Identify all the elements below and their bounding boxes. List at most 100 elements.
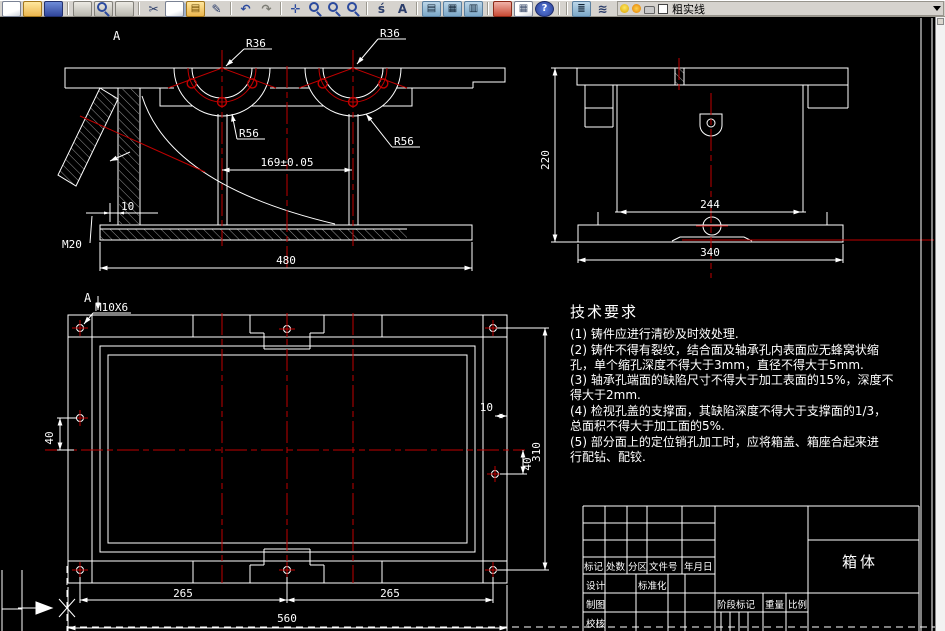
dim-244: 244 [700, 198, 720, 211]
layer-lock-icon[interactable] [644, 5, 655, 14]
tech-line: 行配钻、配铰. [570, 449, 646, 464]
tb-stage: 阶段标记 [717, 599, 756, 611]
table-icon[interactable] [514, 0, 533, 17]
toolbar-separator [138, 2, 140, 15]
top-view: A M10X6 40 10 40 310 265 265 560 [43, 291, 549, 631]
dim-r56-left: R56 [239, 127, 259, 140]
zoom-realtime-icon[interactable] [307, 2, 324, 16]
tool-palettes-icon[interactable] [464, 0, 483, 17]
dim-560: 560 [277, 612, 297, 625]
dim-center-distance: 169±0.05 [261, 156, 314, 169]
match-properties-icon[interactable] [207, 1, 226, 17]
tb-rev-docno: 文件号 [649, 561, 678, 573]
tech-line: (3) 轴承孔端面的缺陷尺寸不得大于加工表面的15%，深度不 [570, 372, 894, 387]
tech-line: 孔，单个缩孔深度不得大于3mm，直径不得大于5mm. [570, 357, 864, 372]
dim-480: 480 [276, 254, 296, 267]
publish-pdf-icon[interactable] [493, 0, 512, 17]
open-icon[interactable] [23, 0, 42, 17]
tech-line: 得大于2mm. [570, 387, 641, 402]
dim-10-right: 10 [480, 401, 493, 414]
zoom-window-icon[interactable] [326, 2, 343, 16]
dim-r36-right: R36 [380, 27, 400, 40]
paste-icon[interactable] [186, 0, 205, 17]
toolbar-separator [280, 2, 282, 15]
plot-preview-icon[interactable] [94, 0, 113, 17]
properties-icon[interactable] [422, 0, 441, 17]
tb-draft: 制图 [586, 599, 605, 611]
tb-scale: 比例 [788, 599, 807, 611]
toolbar-separator [487, 2, 489, 15]
toolbar-separator [558, 2, 560, 15]
drain-boss-hatch [57, 87, 119, 187]
tb-rev-date: 年月日 [684, 561, 713, 573]
tech-line: (2) 铸件不得有裂纹，结合面及轴承孔内表面应无蜂窝状缩 [570, 342, 879, 357]
dim-40-left: 40 [43, 431, 56, 444]
layer-on-icon[interactable] [620, 4, 629, 13]
tech-line: (1) 铸件应进行清砂及时效处理. [570, 326, 739, 341]
cad-window: 粗实线 [0, 0, 945, 631]
viewport-arrow-icon [35, 601, 54, 615]
side-view: 220 244 340 [539, 58, 934, 278]
layer-combo-value: 粗实线 [672, 2, 705, 16]
title-block: 标记 处数 分区 文件号 年月日 设计 标准化 制图 阶段标记 重量 比例 校核… [582, 505, 920, 631]
zoom-previous-icon[interactable] [345, 2, 362, 16]
tb-rev-mark: 标记 [584, 561, 604, 573]
chevron-down-icon[interactable] [933, 6, 941, 11]
tb-rev-count: 处数 [606, 561, 626, 573]
dim-arrow [104, 211, 110, 215]
dim-265-left: 265 [173, 587, 193, 600]
tb-check: 校核 [586, 618, 606, 630]
save-icon[interactable] [44, 0, 63, 17]
layer-color-swatch [658, 3, 668, 14]
toolbar-separator [566, 2, 568, 15]
layer-properties-icon[interactable] [572, 0, 591, 17]
toolbar-separator [366, 2, 368, 15]
cut-icon[interactable] [144, 1, 163, 17]
top-section-label: A [84, 291, 92, 305]
dim-265-right: 265 [380, 587, 400, 600]
dim-10-front: 10 [121, 200, 134, 213]
dim-340: 340 [700, 246, 720, 259]
toolbar-separator [230, 2, 232, 15]
undo-icon[interactable] [236, 1, 255, 17]
toolbar: 粗实线 [0, 0, 945, 17]
tb-rev-zone: 分区 [628, 562, 648, 573]
toolbar-separator [416, 2, 418, 15]
copy-icon[interactable] [165, 0, 184, 17]
layer-freeze-icon[interactable] [632, 4, 641, 13]
help-icon[interactable] [535, 0, 554, 17]
tech-line: (4) 检视孔盖的支撑面，其缺陷深度不得大于支撑面的1/3， [570, 403, 886, 418]
scroll-up-icon[interactable] [937, 18, 944, 25]
layer-combo[interactable]: 粗实线 [617, 1, 944, 16]
spell-icon[interactable] [372, 1, 391, 17]
dim-r56-right: R56 [394, 135, 414, 148]
side-dimensions [551, 67, 844, 263]
pan-icon[interactable] [286, 1, 305, 17]
dim-r36-left: R36 [246, 37, 266, 50]
centerlines-side [678, 58, 934, 278]
dim-310: 310 [530, 442, 543, 462]
dim-m10x6: M10X6 [95, 301, 128, 314]
drawing-canvas[interactable]: A R36 R36 R56 R56 169±0.05 480 10 M20 22… [0, 17, 936, 631]
vertical-scrollbar[interactable] [935, 17, 945, 631]
design-center-icon[interactable] [443, 0, 462, 17]
tech-line: 总面积不得大于加工面的5%. [570, 418, 725, 433]
new-icon[interactable] [2, 0, 21, 17]
tb-design: 设计 [586, 580, 606, 592]
dim-220: 220 [539, 150, 552, 170]
text-style-icon[interactable] [393, 1, 412, 17]
toolbar-separator [67, 2, 69, 15]
tech-requirements: 技术要求 (1) 铸件应进行清砂及时效处理. (2) 铸件不得有裂纹，结合面及轴… [570, 303, 894, 464]
front-view: A R36 R36 R56 R56 169±0.05 480 10 M20 [57, 27, 506, 271]
tb-standardize: 标准化 [638, 580, 667, 592]
tb-weight: 重量 [765, 599, 785, 611]
layer-states-icon[interactable] [593, 1, 612, 17]
part-name: 箱体 [842, 553, 878, 571]
tech-line: (5) 部分面上的定位销孔加工时，应将箱盖、箱座合起来进 [570, 434, 879, 449]
redo-icon[interactable] [257, 1, 276, 17]
publish-icon[interactable] [115, 0, 134, 17]
tech-title: 技术要求 [570, 303, 638, 321]
plot-icon[interactable] [73, 0, 92, 17]
sheet-border [1, 18, 936, 631]
front-section-label: A [113, 29, 121, 43]
